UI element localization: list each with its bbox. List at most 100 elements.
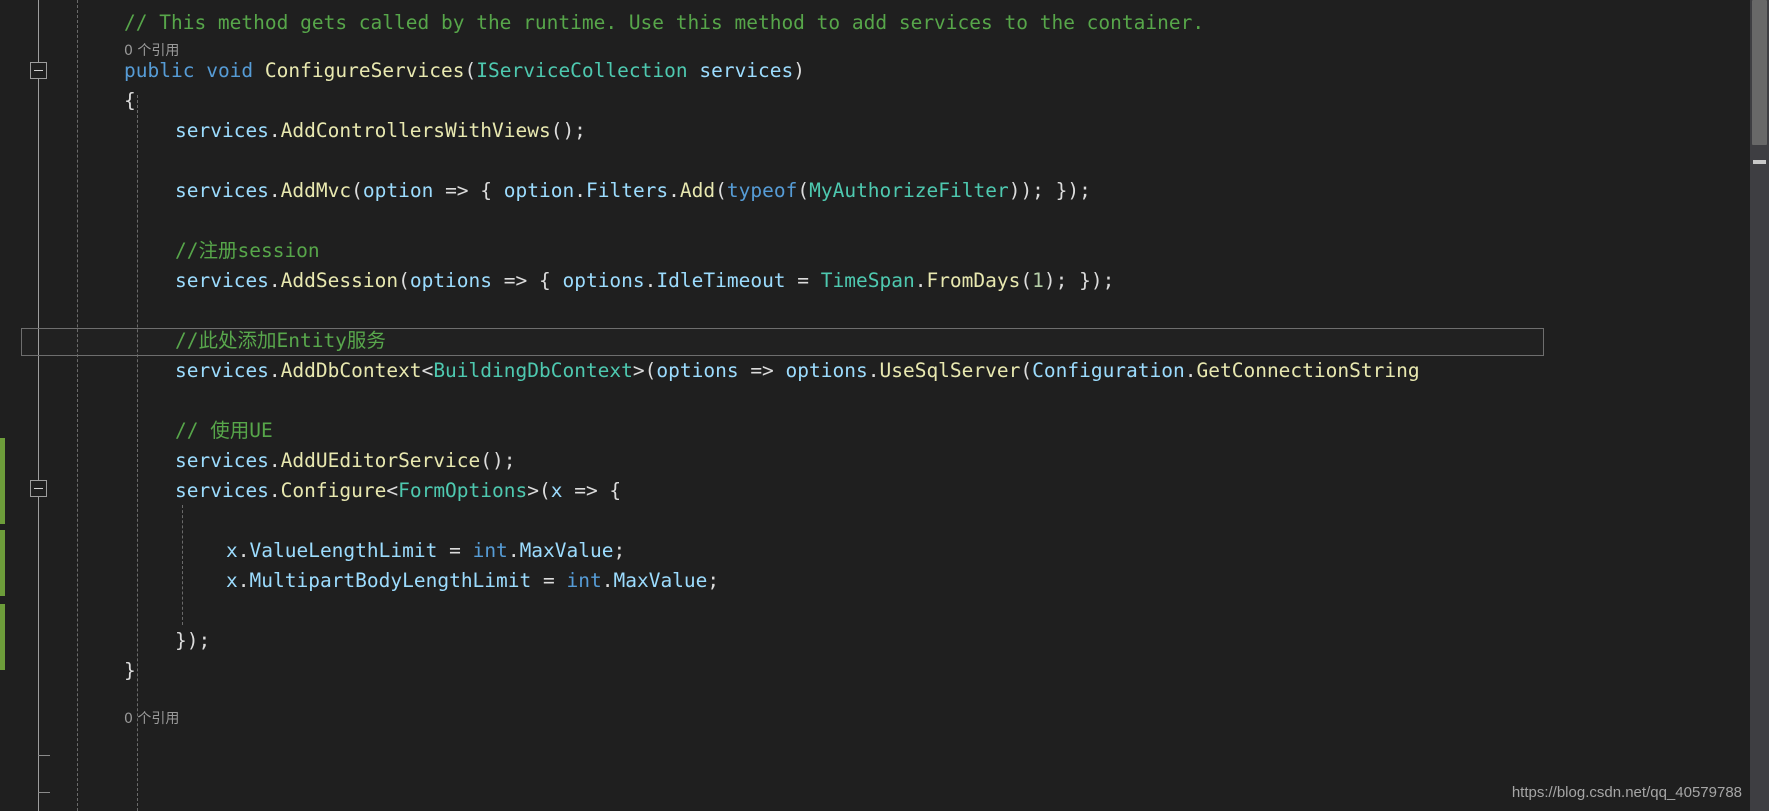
code-token-plain: . <box>268 269 281 292</box>
code-token-plain: < <box>386 479 399 502</box>
code-token-var: MaxValue <box>613 569 708 592</box>
code-token-num: 1 <box>1032 269 1044 292</box>
code-token-var: services <box>175 449 269 472</box>
code-token-plain: >( <box>527 479 551 502</box>
code-token-plain: . <box>268 359 281 382</box>
vertical-scrollbar-track[interactable] <box>1750 0 1769 811</box>
code-line[interactable]: services.AddControllersWithViews(); <box>0 116 586 146</box>
code-token-plain: ( <box>1020 359 1033 382</box>
code-token-plain: ( <box>797 179 810 202</box>
code-line[interactable]: { <box>0 86 136 116</box>
code-token-plain: . <box>644 269 657 292</box>
code-line[interactable]: x.ValueLengthLimit = int.MaxValue; <box>0 536 625 566</box>
code-token-keyword: void <box>206 59 254 82</box>
code-token-type: IServiceCollection <box>476 59 688 82</box>
code-token-plain: . <box>574 179 586 202</box>
code-token-plain: (); <box>550 119 586 142</box>
code-token-plain: . <box>237 569 250 592</box>
code-token-plain: )); }); <box>1008 179 1091 202</box>
code-line[interactable]: // This method gets called by the runtim… <box>0 8 1204 38</box>
code-token-plain: . <box>914 269 927 292</box>
code-token-method: AddSession <box>280 269 399 292</box>
code-line[interactable]: services.Configure<FormOptions>(x => { <box>0 476 621 506</box>
code-token-var: MaxValue <box>519 539 614 562</box>
codelens-reference-count[interactable]: 0 个引用 <box>124 708 179 730</box>
code-line[interactable]: services.AddDbContext<BuildingDbContext>… <box>0 356 1420 386</box>
code-token-keyword: int <box>472 539 508 562</box>
code-token-plain: . <box>268 179 281 202</box>
code-token-var: services <box>699 59 794 82</box>
code-token-plain: < <box>421 359 434 382</box>
code-token-plain: . <box>268 449 281 472</box>
code-token-keyword: int <box>566 569 602 592</box>
code-token-plain: ( <box>715 179 727 202</box>
code-token-var: Filters <box>585 179 669 202</box>
code-token-plain: => <box>738 359 786 382</box>
code-token-var: option <box>362 179 434 202</box>
code-line[interactable]: x.MultipartBodyLengthLimit = int.MaxValu… <box>0 566 719 596</box>
code-token-plain: ( <box>398 269 410 292</box>
code-token-comment: //注册session <box>175 239 320 262</box>
code-token-plain: >( <box>632 359 657 382</box>
codelens-reference-count[interactable]: 0 个引用 <box>124 40 179 62</box>
code-line[interactable]: services.AddUEditorService(); <box>0 446 516 476</box>
code-token-method: GetConnectionString <box>1196 359 1420 382</box>
code-token-var: MultipartBodyLengthLimit <box>249 569 532 592</box>
code-token-plain: => { <box>433 179 504 202</box>
code-token-method: Add <box>679 179 716 202</box>
vertical-scrollbar-thumb[interactable] <box>1752 0 1767 145</box>
code-token-method: ConfigureServices <box>264 59 465 82</box>
code-token-plain: . <box>601 569 614 592</box>
code-token-method: AddControllersWithViews <box>280 119 551 142</box>
code-token-plain: . <box>237 539 250 562</box>
code-token-type: BuildingDbContext <box>433 359 633 382</box>
code-line[interactable]: }); <box>0 626 210 656</box>
code-token-plain: . <box>268 119 281 142</box>
code-token-plain: . <box>268 479 281 502</box>
code-token-plain: ( <box>464 59 477 82</box>
code-line[interactable]: //此处添加Entity服务 <box>0 326 386 356</box>
code-token-var: options <box>562 269 645 292</box>
code-line[interactable]: services.AddSession(options => { options… <box>0 266 1114 296</box>
code-token-plain: => { <box>492 269 563 292</box>
code-line[interactable]: public void ConfigureServices(IServiceCo… <box>0 56 805 86</box>
code-token-var: x <box>226 539 238 562</box>
code-token-plain: = <box>531 569 567 592</box>
code-token-type: FormOptions <box>398 479 528 502</box>
code-token-plain: . <box>1184 359 1197 382</box>
code-token-var: services <box>175 479 269 502</box>
scrollbar-position-marker <box>1753 160 1766 164</box>
code-token-plain: . <box>507 539 520 562</box>
code-line[interactable]: //注册session <box>0 236 320 266</box>
code-token-plain: = <box>437 539 473 562</box>
code-line[interactable]: // 使用UE <box>0 416 273 446</box>
code-line[interactable]: } <box>0 656 136 686</box>
code-token-plain: }); <box>175 629 211 652</box>
code-token-keyword: public <box>124 59 195 82</box>
code-token-plain: ) <box>793 59 806 82</box>
code-token-plain: = <box>785 269 821 292</box>
code-token-type: MyAuthorizeFilter <box>809 179 1009 202</box>
code-token-comment: //此处添加Entity服务 <box>175 329 386 352</box>
code-text-surface[interactable]: // This method gets called by the runtim… <box>0 0 1769 811</box>
watermark-url: https://blog.csdn.net/qq_40579788 <box>1511 784 1742 801</box>
code-token-method: FromDays <box>926 269 1021 292</box>
code-editor[interactable]: // This method gets called by the runtim… <box>0 0 1769 811</box>
code-token-plain: . <box>668 179 680 202</box>
code-token-plain: ); }); <box>1043 269 1115 292</box>
code-token-var: services <box>175 269 269 292</box>
code-token-var: x <box>550 479 563 502</box>
code-token-var: options <box>409 269 493 292</box>
code-token-plain: (); <box>480 449 516 472</box>
code-token-method: AddDbContext <box>280 359 422 382</box>
code-token-plain: ; <box>613 539 626 562</box>
code-token-var: services <box>175 119 269 142</box>
code-token-var: x <box>226 569 238 592</box>
code-token-keyword: typeof <box>726 179 798 202</box>
code-line[interactable]: services.AddMvc(option => { option.Filte… <box>0 176 1091 206</box>
code-token-var: option <box>503 179 575 202</box>
code-token-comment: // This method gets called by the runtim… <box>124 11 1205 34</box>
code-token-var: options <box>785 359 868 382</box>
